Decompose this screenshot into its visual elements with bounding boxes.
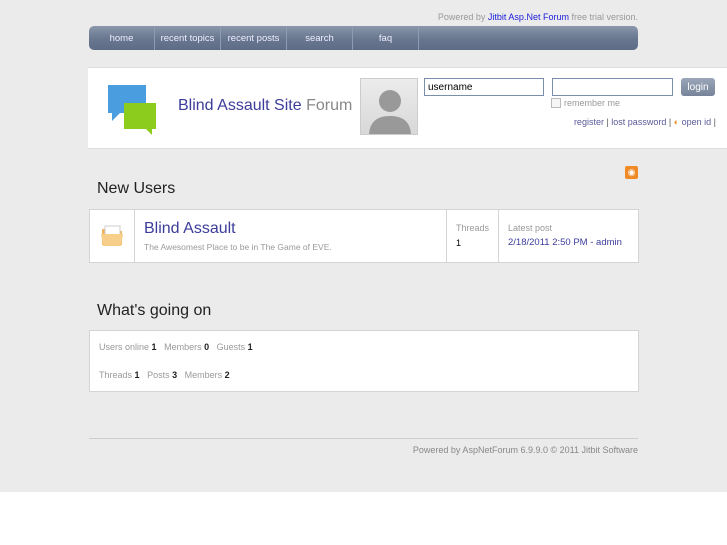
threads-cell: Threads 1	[447, 210, 499, 262]
nav-bar: home recent topics recent posts search f…	[89, 26, 638, 50]
latest-post-link[interactable]: 2/18/2011 2:50 PM	[508, 237, 588, 248]
footer-divider	[89, 438, 638, 439]
latest-post-cell: Latest post 2/18/2011 2:50 PM - admin	[508, 223, 622, 248]
site-title[interactable]: Blind Assault Site Forum	[178, 97, 352, 115]
login-button[interactable]: login	[681, 78, 715, 96]
avatar	[360, 78, 418, 135]
remember-checkbox[interactable]	[551, 98, 561, 108]
openid-icon: ◐	[673, 117, 680, 127]
remember-me[interactable]: remember me	[551, 98, 620, 108]
nav-recent-topics[interactable]: recent topics	[155, 26, 221, 50]
rss-icon[interactable]: ◉	[625, 166, 638, 179]
account-links: register | lost password | ◐ open id |	[573, 117, 716, 127]
lost-password-link[interactable]: lost password	[611, 117, 666, 127]
register-link[interactable]: register	[574, 117, 604, 127]
username-input[interactable]	[424, 78, 544, 96]
openid-link[interactable]: open id	[682, 117, 712, 127]
forum-description: The Awesomest Place to be in The Game of…	[144, 242, 332, 252]
nav-home[interactable]: home	[89, 26, 155, 50]
powered-by: Powered by Jitbit Asp.Net Forum free tri…	[438, 12, 638, 22]
nav-search[interactable]: search	[287, 26, 353, 50]
stats-panel: Users online 1 Members 0 Guests 1 Thread…	[89, 330, 639, 392]
new-users-heading: New Users	[97, 180, 176, 197]
latest-post-author[interactable]: admin	[596, 237, 622, 248]
forum-row: Blind Assault The Awesomest Place to be …	[89, 209, 639, 263]
threads-count: 1	[456, 238, 462, 248]
folder-icon	[90, 210, 135, 262]
remember-label: remember me	[564, 98, 621, 108]
user-silhouette-icon	[369, 90, 411, 134]
online-stats: Users online 1 Members 0 Guests 1	[99, 342, 253, 352]
forum-stats: Threads 1 Posts 3 Members 2	[99, 370, 230, 380]
threads-label: Threads	[456, 223, 490, 233]
forum-title-link[interactable]: Blind Assault	[144, 220, 437, 238]
header: Blind Assault Site Forum login remember …	[88, 67, 727, 149]
powered-prefix: Powered by	[437, 12, 486, 22]
site-forum: Forum	[306, 97, 353, 114]
forum-info: Blind Assault The Awesomest Place to be …	[135, 210, 447, 262]
latest-post-label: Latest post	[508, 223, 553, 233]
site-name: Blind Assault Site	[178, 97, 302, 114]
nav-recent-posts[interactable]: recent posts	[221, 26, 287, 50]
nav-faq[interactable]: faq	[353, 26, 419, 50]
forum-logo-icon	[108, 85, 156, 135]
jitbit-link[interactable]: Jitbit Asp.Net Forum	[488, 12, 569, 22]
password-input[interactable]	[552, 78, 673, 96]
whats-going-on-heading: What's going on	[97, 302, 212, 319]
footer-text: Powered by AspNetForum 6.9.9.0 © 2011 Ji…	[412, 445, 638, 455]
powered-suffix: free trial version.	[571, 12, 638, 22]
